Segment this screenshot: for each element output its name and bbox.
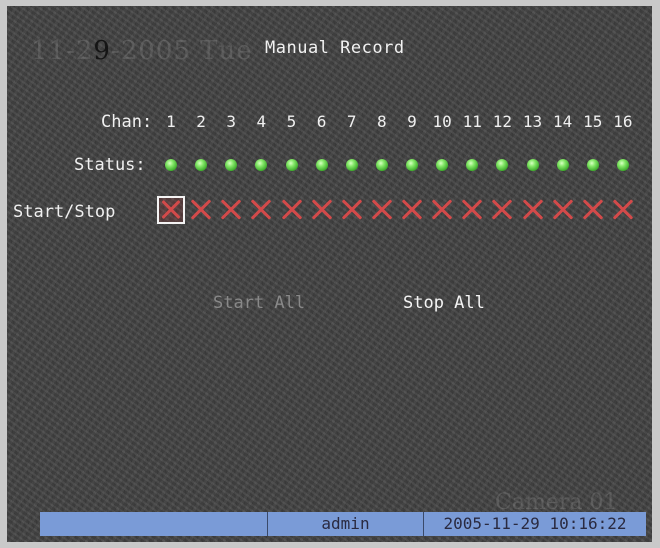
status-cell xyxy=(457,155,487,175)
start-stop-cell xyxy=(246,196,276,228)
start-stop-cell xyxy=(216,196,246,228)
status-cell xyxy=(427,155,457,175)
status-label: Status: xyxy=(74,155,146,175)
channel-number: 10 xyxy=(432,112,452,131)
start-stop-cell xyxy=(307,196,337,228)
stop-record-toggle-icon[interactable] xyxy=(247,196,275,224)
status-cell xyxy=(548,155,578,175)
channel-number: 9 xyxy=(407,112,417,131)
start-stop-cell xyxy=(608,196,638,228)
status-cell xyxy=(608,155,638,175)
status-cell xyxy=(307,155,337,175)
status-bar-datetime: 2005-11-29 10:16:22 xyxy=(443,514,627,533)
page-title: Manual Record xyxy=(265,38,405,58)
stop-record-toggle-icon[interactable] xyxy=(157,196,185,224)
status-led-icon xyxy=(375,159,388,171)
stop-record-toggle-icon[interactable] xyxy=(217,196,245,224)
start-stop-label: Start/Stop xyxy=(13,202,116,222)
status-led-icon xyxy=(406,159,418,171)
channel-number: 12 xyxy=(492,112,512,131)
stop-record-toggle-icon[interactable] xyxy=(278,196,306,224)
status-cell xyxy=(186,155,216,175)
status-cell xyxy=(216,155,246,175)
status-led-icon xyxy=(165,159,177,171)
status-led-icon xyxy=(345,159,358,171)
start-all-button[interactable]: Start All xyxy=(213,293,305,313)
start-stop-cell xyxy=(548,196,578,228)
dvr-screen: 11-29-2005 Tue Manual Record Chan: 12345… xyxy=(7,6,652,542)
stop-record-toggle-icon[interactable] xyxy=(187,196,215,224)
start-stop-cell xyxy=(277,196,307,228)
channel-number: 2 xyxy=(196,112,206,131)
status-cell xyxy=(277,155,307,175)
status-led-icon xyxy=(315,159,328,171)
channel-number: 14 xyxy=(552,112,573,131)
stop-record-toggle-icon[interactable] xyxy=(338,196,366,224)
status-indicator-row xyxy=(156,155,638,175)
channel-number: 11 xyxy=(462,112,482,131)
status-led-icon xyxy=(466,159,479,171)
stop-record-toggle-icon[interactable] xyxy=(428,196,456,224)
status-cell xyxy=(156,155,186,175)
status-led-icon xyxy=(586,159,599,171)
start-stop-cell xyxy=(487,196,517,228)
channel-number: 4 xyxy=(256,112,267,131)
stop-record-toggle-icon[interactable] xyxy=(549,196,577,224)
status-bar: admin 2005-11-29 10:16:22 xyxy=(40,512,646,536)
status-led-icon xyxy=(255,159,268,171)
channel-number-row: 1 2 3 4 5 6 7 8 9 10 11 12 13 14 15 16 xyxy=(156,112,638,131)
channel-number: 3 xyxy=(226,112,237,131)
status-cell xyxy=(397,155,427,175)
status-cell xyxy=(337,155,367,175)
channel-number: 7 xyxy=(346,112,357,131)
start-stop-cell xyxy=(397,196,427,228)
stop-record-toggle-icon[interactable] xyxy=(609,196,637,224)
status-led-icon xyxy=(225,159,238,171)
start-stop-cell xyxy=(186,196,216,228)
stop-record-toggle-icon[interactable] xyxy=(488,196,516,224)
status-cell xyxy=(578,155,608,175)
status-cell xyxy=(246,155,276,175)
start-stop-cell xyxy=(337,196,367,228)
start-stop-cell xyxy=(367,196,397,228)
status-bar-user: admin xyxy=(268,512,424,536)
status-led-icon xyxy=(616,159,629,171)
channel-number: 13 xyxy=(522,112,543,131)
start-stop-cell xyxy=(578,196,608,228)
status-cell xyxy=(367,155,397,175)
status-cell xyxy=(518,155,548,175)
status-led-icon xyxy=(556,159,569,171)
channel-number: 6 xyxy=(316,112,327,131)
start-stop-cell xyxy=(457,196,487,228)
stop-record-toggle-icon[interactable] xyxy=(579,196,607,224)
stop-record-toggle-icon[interactable] xyxy=(308,196,336,224)
start-stop-row xyxy=(156,196,638,228)
status-cell xyxy=(487,155,517,175)
status-led-icon xyxy=(195,159,208,171)
start-stop-cell xyxy=(518,196,548,228)
stop-all-button[interactable]: Stop All xyxy=(403,293,485,313)
channel-number: 15 xyxy=(583,112,603,131)
channel-number: 5 xyxy=(286,112,297,131)
stop-record-toggle-icon[interactable] xyxy=(519,196,547,224)
stop-record-toggle-icon[interactable] xyxy=(368,196,396,224)
start-stop-cell xyxy=(156,196,186,228)
status-led-icon xyxy=(496,159,509,171)
status-led-icon xyxy=(436,159,449,171)
channel-number: 16 xyxy=(613,112,633,131)
stop-record-toggle-icon[interactable] xyxy=(398,196,426,224)
chan-label: Chan: xyxy=(101,112,153,132)
channel-number: 1 xyxy=(166,112,176,131)
status-led-icon xyxy=(526,159,539,171)
channel-number: 8 xyxy=(377,112,387,131)
start-stop-cell xyxy=(427,196,457,228)
status-bar-blank xyxy=(40,512,268,536)
osd-date-overlay: 11-29-2005 Tue xyxy=(31,36,253,66)
stop-record-toggle-icon[interactable] xyxy=(458,196,486,224)
status-led-icon xyxy=(285,159,298,171)
